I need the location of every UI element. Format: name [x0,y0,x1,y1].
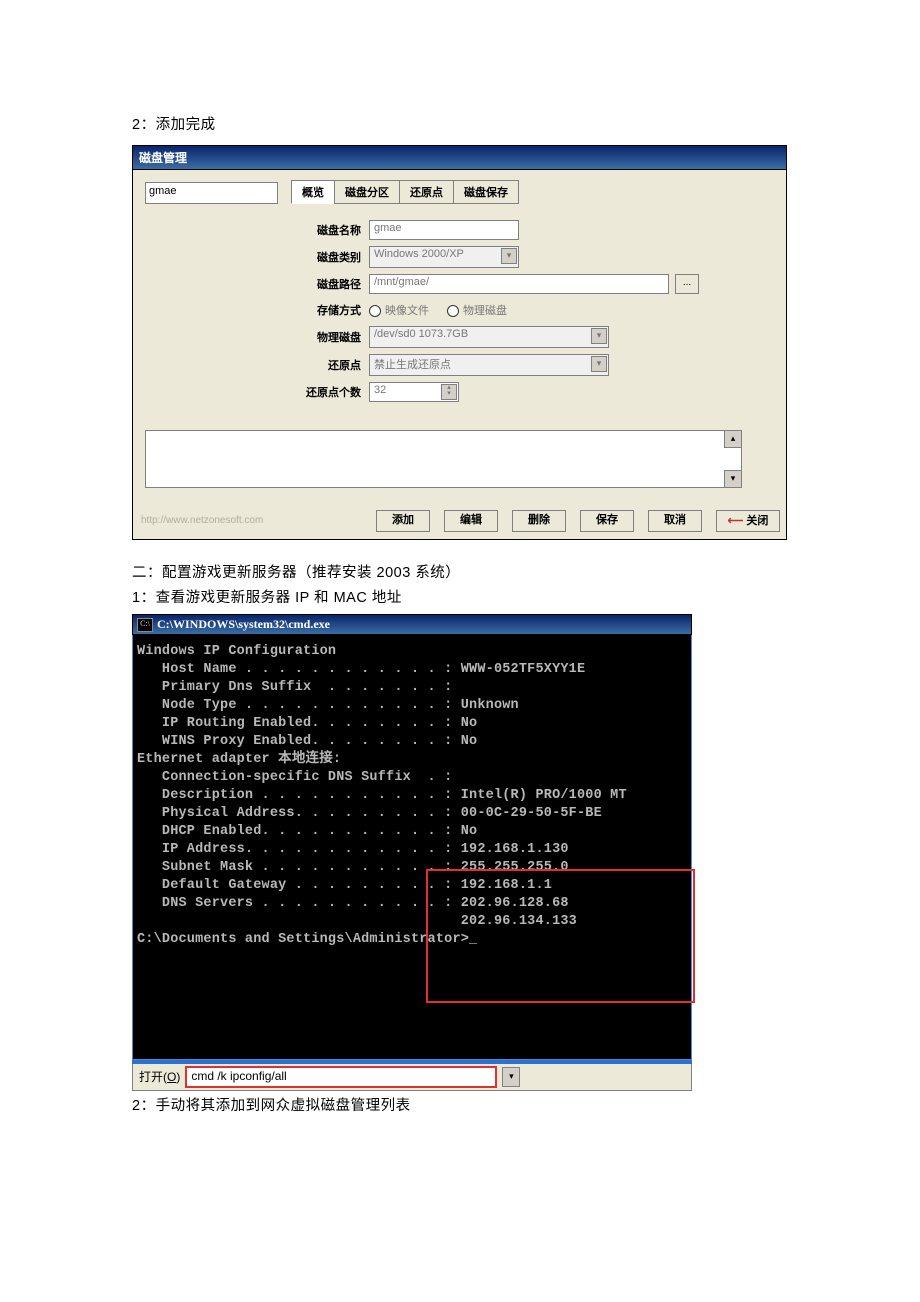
scroll-up-icon[interactable]: ▴ [724,430,742,448]
label-restore-n: 还原点个数 [291,384,369,400]
delete-button[interactable]: 删除 [512,510,566,532]
close-button[interactable]: ⟵关闭 [716,510,780,532]
cmd-window: C:\C:\WINDOWS\system32\cmd.exe Windows I… [132,614,692,1091]
browse-button[interactable]: ... [675,274,699,294]
cancel-button[interactable]: 取消 [648,510,702,532]
input-restore-count[interactable]: 32▴▾ [369,382,459,402]
scroll-down-icon[interactable]: ▾ [724,470,742,488]
chevron-down-icon[interactable]: ▾ [591,328,607,344]
add-button[interactable]: 添加 [376,510,430,532]
select-phys-disk[interactable]: /dev/sd0 1073.7GB▾ [369,326,609,348]
highlight-network-info [426,869,695,1003]
doc-p1: 2：添加完成 [132,116,788,135]
run-input[interactable]: cmd /k ipconfig/all [186,1067,496,1087]
chevron-down-icon[interactable]: ▾ [501,248,517,264]
chevron-down-icon[interactable]: ▾ [591,356,607,372]
cmd-icon: C:\ [137,618,153,632]
tab-save[interactable]: 磁盘保存 [453,180,519,204]
disk-mgmt-dialog: 磁盘管理 gmae 概览 磁盘分区 还原点 磁盘保存 磁盘名称 gmae 磁盘类… [132,145,787,540]
run-label: 打开(O) [139,1068,180,1085]
door-icon: ⟵ [728,512,744,530]
spinner-icon[interactable]: ▴▾ [441,384,457,400]
cmd-output: Windows IP Configuration Host Name . . .… [132,635,692,1060]
tab-partition[interactable]: 磁盘分区 [334,180,400,204]
dialog-title: 磁盘管理 [132,145,787,170]
doc-p3: 1：查看游戏更新服务器 IP 和 MAC 地址 [132,589,788,608]
watermark-url: http://www.netzonesoft.com [141,515,321,526]
radio-physical-disk[interactable]: 物理磁盘 [447,302,507,318]
doc-p4: 2：手动将其添加到网众虚拟磁盘管理列表 [132,1097,788,1116]
select-disk-type[interactable]: Windows 2000/XP▾ [369,246,519,268]
label-disk-name: 磁盘名称 [291,222,369,238]
edit-button[interactable]: 编辑 [444,510,498,532]
label-phys-disk: 物理磁盘 [291,329,369,345]
radio-image-file[interactable]: 映像文件 [369,302,429,318]
tab-restore[interactable]: 还原点 [399,180,454,204]
select-restore[interactable]: 禁止生成还原点▾ [369,354,609,376]
tab-overview[interactable]: 概览 [291,180,335,204]
save-button[interactable]: 保存 [580,510,634,532]
label-store-mode: 存储方式 [291,302,369,318]
run-dialog-bar: 打开(O) cmd /k ipconfig/all ▾ [132,1064,692,1091]
label-disk-type: 磁盘类别 [291,249,369,265]
label-restore: 还原点 [291,357,369,373]
run-dropdown-icon[interactable]: ▾ [502,1067,520,1087]
doc-p2: 二：配置游戏更新服务器（推荐安装 2003 系统） [132,564,788,583]
disk-list-selected[interactable]: gmae [145,182,278,204]
label-disk-path: 磁盘路径 [291,276,369,292]
input-disk-path[interactable]: /mnt/gmae/ [369,274,669,294]
preview-area: ▴ ▾ [145,430,742,488]
cmd-title: C:\C:\WINDOWS\system32\cmd.exe [132,614,692,635]
input-disk-name[interactable]: gmae [369,220,519,240]
